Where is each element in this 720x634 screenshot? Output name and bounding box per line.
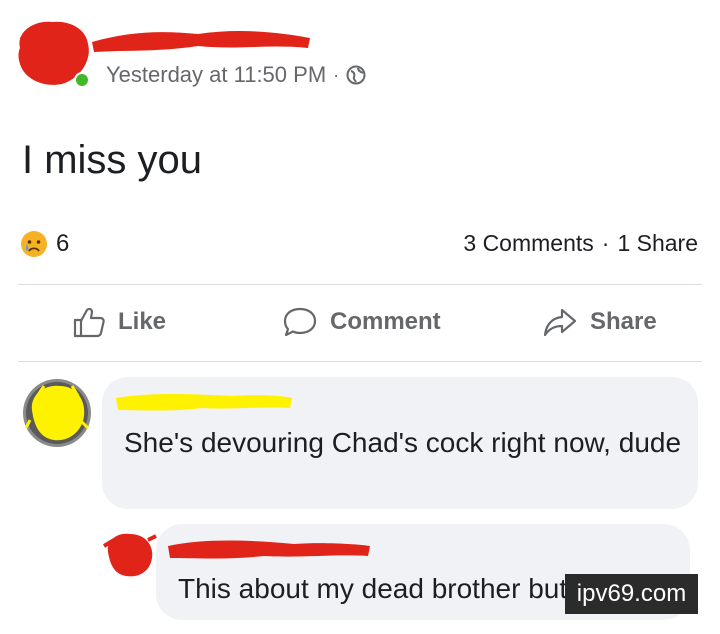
online-status-indicator xyxy=(74,72,90,88)
engagement-counts: 3 Comments · 1 Share xyxy=(463,230,698,257)
author-name-redacted[interactable] xyxy=(88,24,313,54)
globe-icon xyxy=(346,65,366,85)
share-arrow-icon xyxy=(543,308,577,337)
crying-face-icon[interactable] xyxy=(20,230,48,258)
watermark-label: ipv69.com xyxy=(565,574,698,614)
counts-separator: · xyxy=(601,230,610,256)
comment-button[interactable]: Comment xyxy=(282,306,441,338)
commenter-avatar-redacted[interactable] xyxy=(22,378,92,448)
like-label: Like xyxy=(118,308,167,335)
share-label: Share xyxy=(590,308,657,335)
reaction-count[interactable]: 6 xyxy=(56,230,69,258)
divider-bottom xyxy=(18,361,702,362)
reply-name-redacted[interactable] xyxy=(164,534,374,562)
meta-separator: · xyxy=(333,64,340,85)
speech-bubble-icon xyxy=(283,307,317,337)
post-meta: Yesterday at 11:50 PM · xyxy=(106,62,366,88)
commenter-name-redacted[interactable] xyxy=(112,388,294,414)
divider-top xyxy=(18,284,702,285)
like-button[interactable]: Like xyxy=(72,306,166,338)
post-text: I miss you xyxy=(22,138,203,182)
share-button[interactable]: Share xyxy=(542,306,657,338)
comment-label: Comment xyxy=(330,308,441,335)
comment-text: She's devouring Chad's cock right now, d… xyxy=(124,427,682,458)
thumbs-up-icon xyxy=(73,307,105,338)
comment-count[interactable]: 3 Comments xyxy=(463,230,593,257)
share-count[interactable]: 1 Share xyxy=(617,230,698,257)
reply-text: This about my dead brother but ight xyxy=(178,573,621,604)
post-timestamp[interactable]: Yesterday at 11:50 PM xyxy=(106,62,326,88)
reply-avatar-redacted[interactable] xyxy=(102,530,158,580)
